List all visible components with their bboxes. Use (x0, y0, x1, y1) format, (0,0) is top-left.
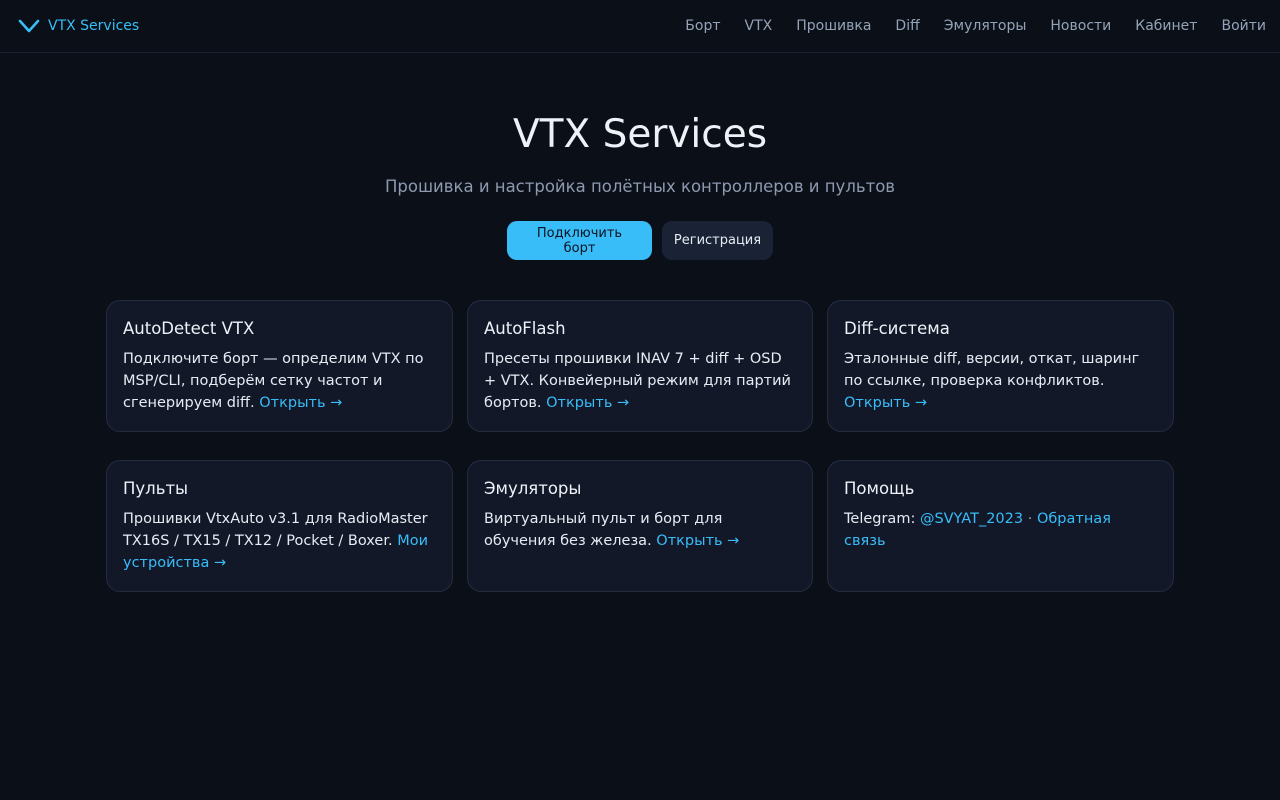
card-title: AutoDetect VTX (123, 319, 255, 338)
register-button[interactable]: Регистрация (662, 221, 773, 260)
open-diff-link[interactable]: Открыть → (844, 395, 927, 411)
open-emulators-link[interactable]: Открыть → (656, 533, 739, 549)
open-autodetect-link[interactable]: Открыть → (259, 395, 342, 411)
card-help: Помощь Telegram: @SVYAT_2023 · Обратная … (827, 460, 1174, 592)
card-autoflash: AutoFlash Пресеты прошивки INAV 7 + diff… (467, 300, 813, 432)
card-description: Telegram: @SVYAT_2023 · Обратная связь (844, 509, 1157, 553)
card-description: Эталонные diff, версии, откат, шаринг по… (844, 349, 1157, 414)
nav-link-vtx[interactable]: VTX (745, 18, 773, 34)
chevron-down-icon (18, 19, 40, 33)
nav-link-diff[interactable]: Diff (895, 18, 919, 34)
card-text: Прошивки VtxAuto v3.1 для RadioMaster TX… (123, 511, 428, 549)
connect-board-button[interactable]: Подключить борт (507, 221, 652, 260)
card-text: Пресеты прошивки INAV 7 + diff + OSD + V… (484, 351, 791, 411)
page-title: VTX Services (512, 112, 768, 157)
card-title: Эмуляторы (484, 479, 582, 498)
page-subtitle: Прошивка и настройка полётных контроллер… (384, 177, 896, 196)
main-nav: Борт VTX Прошивка Diff Эмуляторы Новости… (685, 15, 1266, 37)
card-title: Пульты (123, 479, 189, 498)
card-autodetect-vtx: AutoDetect VTX Подключите борт — определ… (106, 300, 453, 432)
nav-link-account[interactable]: Кабинет (1135, 18, 1197, 34)
card-title: Помощь (844, 479, 915, 498)
brand-home-link[interactable]: VTX Services (18, 14, 139, 38)
card-remotes: Пульты Прошивки VtxAuto v3.1 для RadioMa… (106, 460, 453, 592)
brand-name: VTX Services (48, 18, 140, 34)
card-title: AutoFlash (484, 319, 566, 338)
card-emulators: Эмуляторы Виртуальный пульт и борт для о… (467, 460, 813, 592)
link-separator: · (1023, 511, 1037, 527)
card-description: Пресеты прошивки INAV 7 + diff + OSD + V… (484, 349, 796, 414)
card-text: Telegram: (844, 511, 920, 527)
nav-link-login[interactable]: Войти (1221, 18, 1266, 34)
nav-link-firmware[interactable]: Прошивка (796, 18, 871, 34)
card-description: Подключите борт — определим VTX по MSP/C… (123, 349, 436, 414)
card-description: Прошивки VtxAuto v3.1 для RadioMaster TX… (123, 509, 436, 574)
nav-link-news[interactable]: Новости (1050, 18, 1111, 34)
telegram-link[interactable]: @SVYAT_2023 (920, 511, 1023, 527)
card-description: Виртуальный пульт и борт для обучения бе… (484, 509, 796, 553)
nav-link-emulators[interactable]: Эмуляторы (944, 18, 1027, 34)
hero-actions: Подключить борт Регистрация (0, 221, 1280, 260)
card-title: Diff-система (844, 319, 950, 338)
feature-cards: AutoDetect VTX Подключите борт — определ… (106, 300, 1174, 592)
nav-link-board[interactable]: Борт (685, 18, 720, 34)
top-navigation-bar: VTX Services Борт VTX Прошивка Diff Эмул… (0, 0, 1280, 53)
card-text: Эталонные diff, версии, откат, шаринг по… (844, 351, 1140, 389)
card-diff-system: Diff-система Эталонные diff, версии, отк… (827, 300, 1174, 432)
open-autoflash-link[interactable]: Открыть → (546, 395, 629, 411)
